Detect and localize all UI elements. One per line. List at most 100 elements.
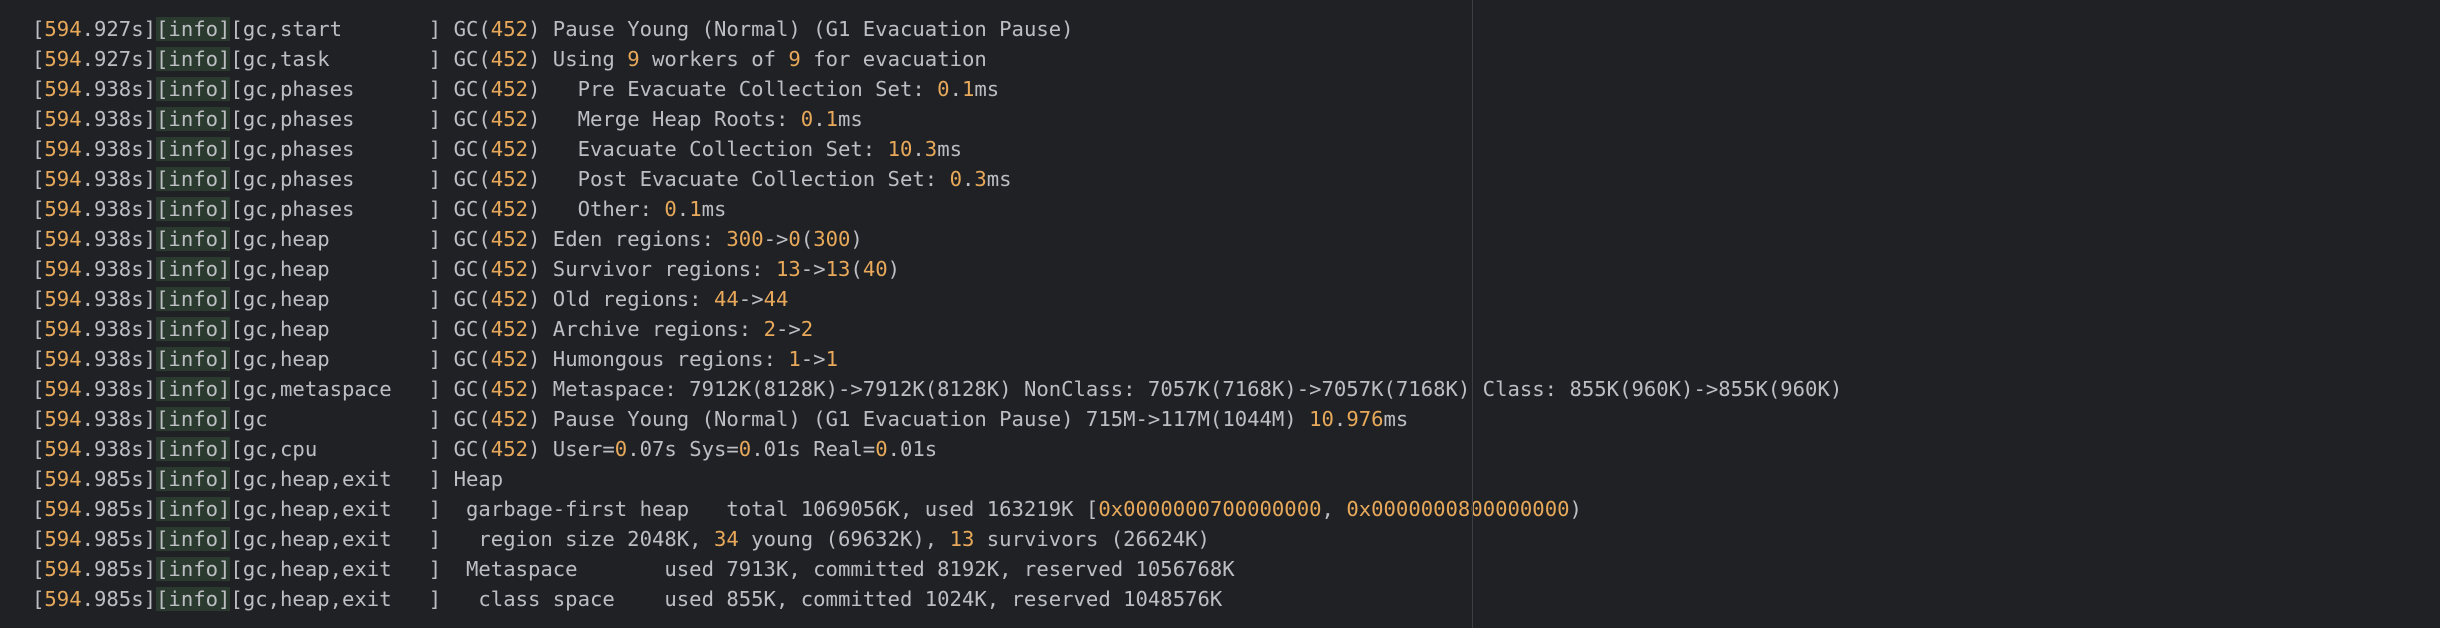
log-number: 0x0000000700000000 [1098, 497, 1322, 521]
log-number: 594 [44, 527, 82, 551]
log-number: 452 [490, 227, 528, 251]
log-text: ) Archive regions: [528, 317, 764, 341]
log-number: 594 [44, 587, 82, 611]
log-number: 452 [490, 167, 528, 191]
log-text: .938s] [81, 437, 157, 461]
log-line: [594.938s][info][gc,phases ] GC(452) Eva… [32, 134, 1842, 164]
log-line: [594.927s][info][gc,start ] GC(452) Paus… [32, 14, 1842, 44]
log-text: .985s] [81, 497, 157, 521]
log-number: 0x0000000800000000 [1346, 497, 1570, 521]
log-text: ms [986, 167, 1012, 191]
log-level: [info] [156, 197, 231, 221]
log-number: 452 [490, 407, 528, 431]
log-text: .938s] [81, 287, 157, 311]
log-text: ) Pre Evacuate Collection Set: [528, 77, 938, 101]
log-text: workers of [639, 47, 789, 71]
log-number: 594 [44, 167, 82, 191]
log-number: 452 [490, 287, 528, 311]
log-text: [gc,start ] GC( [230, 17, 491, 41]
log-text: ) Humongous regions: [528, 347, 789, 371]
log-text: ) Merge Heap Roots: [528, 107, 801, 131]
log-text: . [912, 137, 925, 161]
log-number: 594 [44, 437, 82, 461]
log-text: ( [850, 257, 863, 281]
log-text: [gc,cpu ] GC( [230, 437, 491, 461]
log-line: [594.938s][info][gc,heap ] GC(452) Archi… [32, 314, 1842, 344]
log-text: [gc,heap ] GC( [230, 317, 491, 341]
log-number: 0 [614, 437, 628, 461]
log-number: 1 [689, 197, 702, 221]
log-number: 10 [1309, 407, 1334, 431]
log-text: ms [838, 107, 863, 131]
log-text: [gc,phases ] GC( [230, 137, 491, 161]
log-text: .985s] [81, 557, 157, 581]
log-text: [gc,task ] GC( [230, 47, 491, 71]
log-level: [info] [156, 137, 231, 161]
log-number: 300 [726, 227, 764, 251]
log-line: [594.938s][info][gc,heap ] GC(452) Humon… [32, 344, 1842, 374]
log-level: [info] [156, 47, 231, 71]
log-text: .927s] [81, 17, 157, 41]
log-text: .938s] [81, 227, 157, 251]
log-text: [ [32, 407, 45, 431]
log-text: .938s] [81, 107, 157, 131]
log-line: [594.938s][info][gc,phases ] GC(452) Oth… [32, 194, 1842, 224]
log-text: -> [775, 317, 801, 341]
log-text: -> [800, 347, 826, 371]
log-number: 594 [44, 317, 82, 341]
log-text: [gc,phases ] GC( [230, 197, 491, 221]
log-line: [594.938s][info][gc,phases ] GC(452) Pre… [32, 74, 1842, 104]
log-number: 0 [664, 197, 677, 221]
log-text: [gc,heap ] GC( [230, 347, 491, 371]
log-text: . [961, 167, 975, 191]
log-number: 10 [887, 137, 913, 161]
log-number: 1 [825, 347, 838, 371]
log-text: ) Metaspace: 7912K(8128K)->7912K(8128K) … [528, 377, 1843, 401]
log-text: .938s] [81, 77, 157, 101]
log-number: 300 [813, 227, 851, 251]
log-number: 2 [763, 317, 776, 341]
log-text: ms [1383, 407, 1409, 431]
log-text: -> [738, 287, 764, 311]
log-text: .985s] [81, 587, 157, 611]
log-text: [gc,heap,exit ] region size 2048K, [230, 527, 714, 551]
log-number: 452 [490, 377, 528, 401]
log-text: [gc,metaspace ] GC( [230, 377, 491, 401]
log-number: 44 [763, 287, 789, 311]
log-number: 3 [974, 167, 987, 191]
log-text: . [813, 107, 826, 131]
log-level: [info] [156, 527, 231, 551]
log-text: , [1321, 497, 1347, 521]
log-number: 452 [490, 197, 528, 221]
log-number: 452 [490, 437, 528, 461]
log-text: .985s] [81, 527, 157, 551]
log-line: [594.938s][info][gc,heap ] GC(452) Old r… [32, 284, 1842, 314]
log-line: [594.985s][info][gc,heap,exit ] Heap [32, 464, 1842, 494]
log-text: [ [32, 227, 45, 251]
log-lines: [594.927s][info][gc,start ] GC(452) Paus… [32, 14, 1842, 614]
log-text: .01s Real= [751, 437, 876, 461]
log-text: ms [937, 137, 962, 161]
log-text: [gc,heap ] GC( [230, 227, 491, 251]
log-text: .938s] [81, 347, 157, 371]
log-text: [ [32, 107, 45, 131]
log-text: survivors (26624K) [974, 527, 1210, 551]
log-number: 1 [961, 77, 975, 101]
log-text: [ [32, 257, 45, 281]
log-level: [info] [156, 347, 231, 371]
log-text: ( [800, 227, 814, 251]
log-text: [gc,phases ] GC( [230, 77, 491, 101]
console-output-panel[interactable]: [594.927s][info][gc,start ] GC(452) Paus… [0, 0, 2440, 628]
log-number: 594 [44, 377, 82, 401]
log-number: 452 [490, 77, 528, 101]
log-line: [594.938s][info][gc,phases ] GC(452) Mer… [32, 104, 1842, 134]
log-text: [ [32, 557, 45, 581]
log-number: 44 [713, 287, 739, 311]
log-text: . [676, 197, 690, 221]
log-text: [ [32, 77, 45, 101]
log-number: 34 [713, 527, 739, 551]
log-number: 594 [44, 287, 82, 311]
right-margin-guide [1472, 0, 1473, 628]
log-text: ms [701, 197, 727, 221]
log-number: 2 [800, 317, 814, 341]
